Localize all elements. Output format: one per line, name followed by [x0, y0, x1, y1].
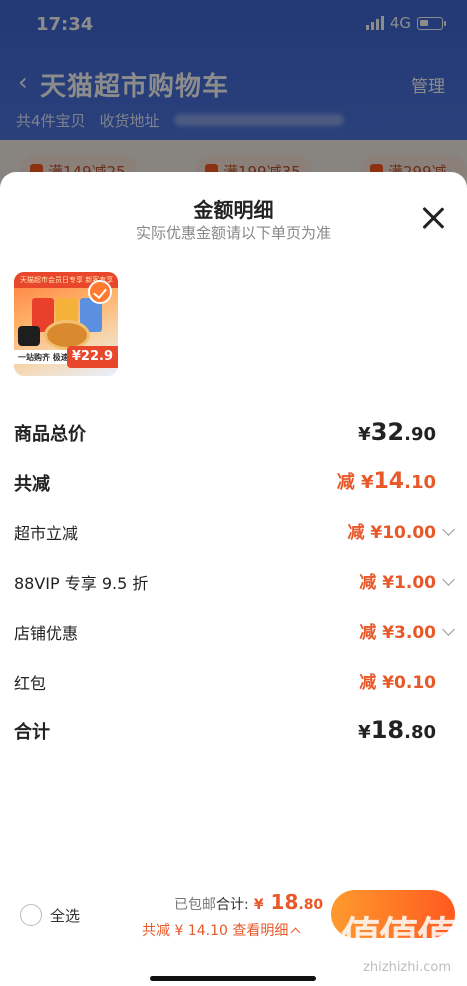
product-thumbnail[interactable]: 天猫超市会员日专享 新客专享 一站购齐 极速送达 ¥22.9: [14, 272, 118, 376]
view-detail-link[interactable]: 共减 ¥ 14.10 查看明细: [142, 920, 301, 940]
row-store-discount[interactable]: 店铺优惠 减 ¥3.00: [14, 618, 455, 648]
cart-footer: 全选 已包邮合计: ¥ 18.80 共减 ¥ 14.10 查看明细 值值值 zh…: [0, 880, 467, 986]
row-grand-total: 合计 ¥18.80: [14, 716, 453, 746]
row-label: 88VIP 专享 9.5 折: [14, 574, 149, 593]
row-total-discount: 共减 减 ¥14.10: [14, 468, 453, 498]
chevron-down-icon: [442, 623, 455, 636]
home-indicator: [150, 976, 316, 981]
row-label: 红包: [14, 674, 47, 693]
row-value: 减 ¥1.00: [359, 568, 455, 593]
chevron-up-icon: [290, 927, 301, 938]
row-value: 减 ¥0.10: [359, 673, 436, 693]
watermark-url: zhizhizhi.com: [363, 960, 451, 975]
row-value: 减 ¥10.00: [347, 518, 455, 543]
amount-detail-sheet: 金额明细 实际优惠金额请以下单页为准 天猫超市会员日专享 新客专享 一站购齐 极…: [0, 172, 467, 986]
row-red-packet: 红包 减 ¥0.10: [14, 668, 453, 698]
row-subtotal: 商品总价 ¥32.90: [14, 418, 453, 448]
free-shipping-label: 已包邮: [174, 897, 216, 913]
row-label: 超市立减: [14, 524, 79, 543]
check-icon: [88, 280, 112, 304]
thumb-price: ¥22.9: [66, 346, 118, 368]
row-value: ¥18.80: [358, 716, 436, 744]
tmall-cat-logo: [18, 326, 40, 346]
row-value: 减 ¥3.00: [359, 618, 455, 643]
watermark-logo: 值值值: [341, 914, 457, 960]
chevron-down-icon: [442, 523, 455, 536]
select-all-label: 全选: [50, 906, 81, 925]
row-value: ¥32.90: [358, 418, 436, 446]
row-88vip-discount: 88VIP 专享 9.5 折 减 ¥1.00: [14, 568, 455, 598]
close-icon[interactable]: [421, 206, 445, 230]
sheet-subtitle: 实际优惠金额请以下单页为准: [135, 224, 331, 242]
row-label: 商品总价: [14, 424, 86, 445]
row-supermarket-discount[interactable]: 超市立减 减 ¥10.00: [14, 518, 455, 548]
radio-icon[interactable]: [20, 904, 42, 926]
watermark: 值值值 zhizhizhi.com: [317, 902, 457, 982]
row-label: 店铺优惠: [14, 624, 79, 643]
row-label: 合计: [14, 722, 50, 743]
total-label: 合计:: [216, 897, 249, 913]
footer-total: 已包邮合计: ¥ 18.80: [174, 890, 323, 914]
chevron-down-icon: [442, 573, 455, 586]
row-value: 减 ¥14.10: [336, 469, 436, 494]
sheet-title: 金额明细: [193, 198, 274, 222]
row-label: 共减: [14, 474, 50, 495]
select-all[interactable]: 全选: [20, 904, 80, 926]
total-value: ¥ 18.80: [253, 890, 324, 914]
